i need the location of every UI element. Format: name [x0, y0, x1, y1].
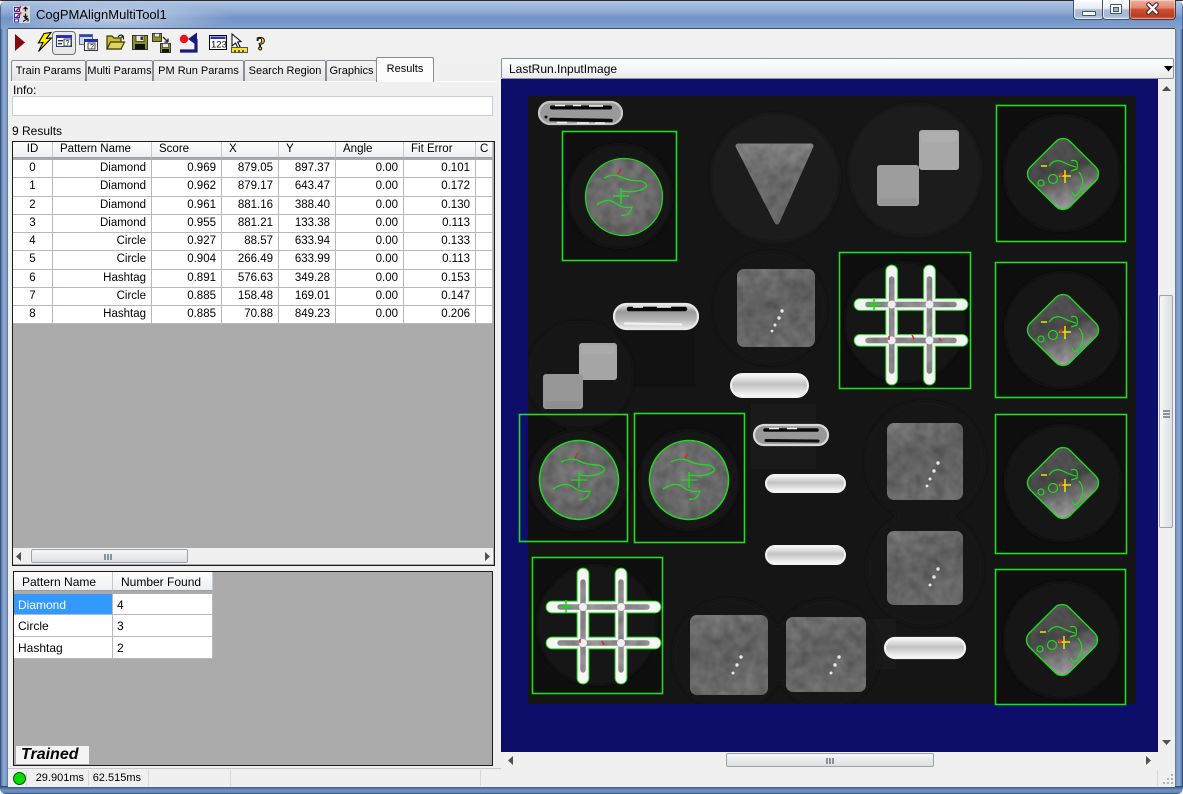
svg-text:123: 123	[211, 40, 227, 51]
svg-text:?: ?	[256, 34, 266, 55]
svg-text:?: ?	[90, 44, 94, 51]
svg-text:?: ?	[66, 40, 70, 47]
